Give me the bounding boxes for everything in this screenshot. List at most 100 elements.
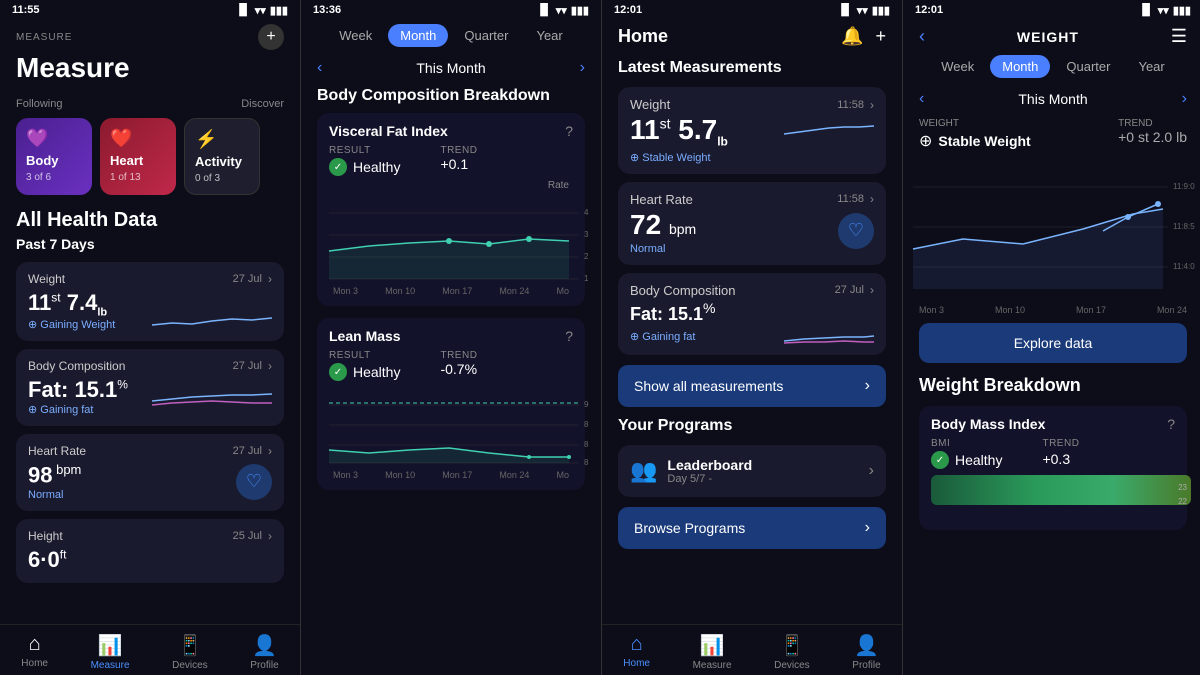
devices-nav-label-3: Devices [774,660,810,671]
weight-tab-year[interactable]: Year [1126,55,1176,78]
nav-home-3[interactable]: ⌂ Home [623,633,650,671]
heart-rate-value: 98 bpm [28,462,81,488]
heart-rate-fav-button[interactable]: ♡ [838,213,874,249]
show-all-button[interactable]: Show all measurements › [618,365,886,407]
weight-meas-chevron-icon: › [870,98,874,112]
x-label-mon24: Mon 24 [499,286,529,296]
weight-meas-time: 11:58 [837,99,864,111]
svg-text:22: 22 [1178,497,1187,506]
wifi-icon-3: ▾▾ [857,4,868,17]
heart-rate-metric-card[interactable]: Heart Rate 27 Jul › 98 bpm Normal ♡ [16,434,284,510]
bmi-help-icon[interactable]: ? [1167,416,1175,432]
svg-text:11:4:0: 11:4:0 [1173,262,1195,271]
tab-year[interactable]: Year [524,24,574,47]
weight-trend-label: TREND [1118,118,1187,129]
all-health-label: All Health Data [0,203,300,234]
activity-card[interactable]: ⚡ Activity 0 of 3 [184,118,260,195]
svg-text:87: 87 [584,420,589,429]
battery-icon-2: ▮▮▮ [571,4,589,17]
home-nav-icon-3: ⌂ [631,633,643,656]
leaderboard-program-card[interactable]: 👥 Leaderboard Day 5/7 - › [618,445,886,497]
heart-card[interactable]: ❤️ Heart 1 of 13 [100,118,176,195]
heart-rate-status: Normal [28,489,81,501]
height-metric-card[interactable]: Height 25 Jul › 6·0ft [16,519,284,583]
height-date: 25 Jul [233,530,262,542]
body-card[interactable]: 💜 Body 3 of 6 [16,118,92,195]
rate-label: Rate [329,180,573,191]
nav-devices-3[interactable]: 📱 Devices [774,633,810,671]
bottom-nav-3: ⌂ Home 📊 Measure 📱 Devices 👤 Profile [602,624,902,675]
bmi-chart: 23 22 [931,475,1191,515]
body-comp-measurement-card[interactable]: Body Composition 27 Jul › Fat: 15.1% ⊕ G… [618,273,886,355]
time-1: 11:55 [12,4,40,16]
prev-month-button[interactable]: ‹ [317,59,322,77]
weight-chevron-icon: › [268,272,272,286]
heart-rate-measurement-card[interactable]: Heart Rate 11:58 › 72 bpm Normal ♡ [618,182,886,265]
nav-measure-3[interactable]: 📊 Measure [693,633,732,671]
show-all-chevron-icon: › [865,377,870,395]
lean-x-mo: Mo [556,470,569,480]
weight-tab-month[interactable]: Month [990,55,1050,78]
visceral-result-label: RESULT [329,145,400,156]
back-button[interactable]: ‹ [919,26,925,47]
explore-data-button[interactable]: Explore data [919,323,1187,363]
svg-text:83: 83 [584,458,589,465]
bell-icon[interactable]: 🔔 [841,26,863,47]
weight-measurement-card[interactable]: Weight 11:58 › 11st 5.7lb ⊕ Stable Weigh… [618,87,886,174]
svg-text:23: 23 [1178,483,1187,492]
lean-mass-help-icon[interactable]: ? [565,328,573,344]
body-comp-date: 27 Jul [233,360,262,372]
height-title: Height [28,529,63,543]
weight-tab-week[interactable]: Week [929,55,986,78]
weight-x-mon10: Mon 10 [995,305,1025,315]
nav-measure-1[interactable]: 📊 Measure [91,633,130,671]
home-panel: 12:01 ▐▌ ▾▾ ▮▮▮ Home 🔔 + Latest Measurem… [602,0,902,675]
profile-nav-label: Profile [250,660,278,671]
activity-icon: ⚡ [195,129,249,150]
stable-icon: ⊕ [919,131,932,151]
heart-fav-button[interactable]: ♡ [236,464,272,500]
programs-title: Your Programs [602,413,902,441]
weight-next-month-button[interactable]: › [1182,90,1187,108]
weight-trend-value: +0 st 2.0 lb [1118,129,1187,145]
weight-tab-quarter[interactable]: Quarter [1054,55,1122,78]
weight-prev-month-button[interactable]: ‹ [919,90,924,108]
signal-icon-4: ▐▌ [1138,4,1154,16]
x-label-mon3: Mon 3 [333,286,358,296]
latest-measurements-title: Latest Measurements [602,55,902,83]
lean-trend-value: -0.7% [440,361,477,377]
browse-programs-button[interactable]: Browse Programs › [618,507,886,549]
month-nav: ‹ This Month › [301,55,601,81]
battery-icon-4: ▮▮▮ [1173,4,1191,17]
weight-metric-card[interactable]: Weight 27 Jul › 11st 7.4lb ⊕ Gaining Wei… [16,262,284,341]
nav-profile-1[interactable]: 👤 Profile [250,633,278,671]
body-comp-metric-card[interactable]: Body Composition 27 Jul › Fat: 15.1% ⊕ G… [16,349,284,426]
svg-text:4.0: 4.0 [584,208,589,217]
visceral-help-icon[interactable]: ? [565,123,573,139]
tab-month[interactable]: Month [388,24,448,47]
lean-mass-name: Lean Mass [329,328,401,344]
measure-title: Measure [16,52,284,84]
profile-nav-icon: 👤 [252,633,277,658]
menu-icon[interactable]: ☰ [1171,26,1187,47]
add-button[interactable]: + [258,24,284,50]
next-month-button[interactable]: › [580,59,585,77]
tab-quarter[interactable]: Quarter [452,24,520,47]
show-all-label: Show all measurements [634,378,783,394]
nav-profile-3[interactable]: 👤 Profile [852,633,880,671]
status-bar-3: 12:01 ▐▌ ▾▾ ▮▮▮ [602,0,902,20]
home-nav-icon: ⌂ [29,633,41,656]
nav-devices-1[interactable]: 📱 Devices [172,633,208,671]
following-row: Following Discover [0,92,300,114]
nav-home-1[interactable]: ⌂ Home [21,633,48,671]
wifi-icon: ▾▾ [255,4,266,17]
home-header-icons: 🔔 + [841,26,886,47]
measure-label: MEASURE [16,32,72,43]
bmi-result-text: Healthy [955,452,1002,468]
tab-week[interactable]: Week [327,24,384,47]
wifi-icon-2: ▾▾ [556,4,567,17]
add-measurement-icon[interactable]: + [875,26,886,47]
visceral-fat-chart: 4.0 3.0 2.0 1.0 [329,191,589,281]
measure-nav-label: Measure [91,660,130,671]
bmi-trend-label: TREND [1042,438,1079,449]
